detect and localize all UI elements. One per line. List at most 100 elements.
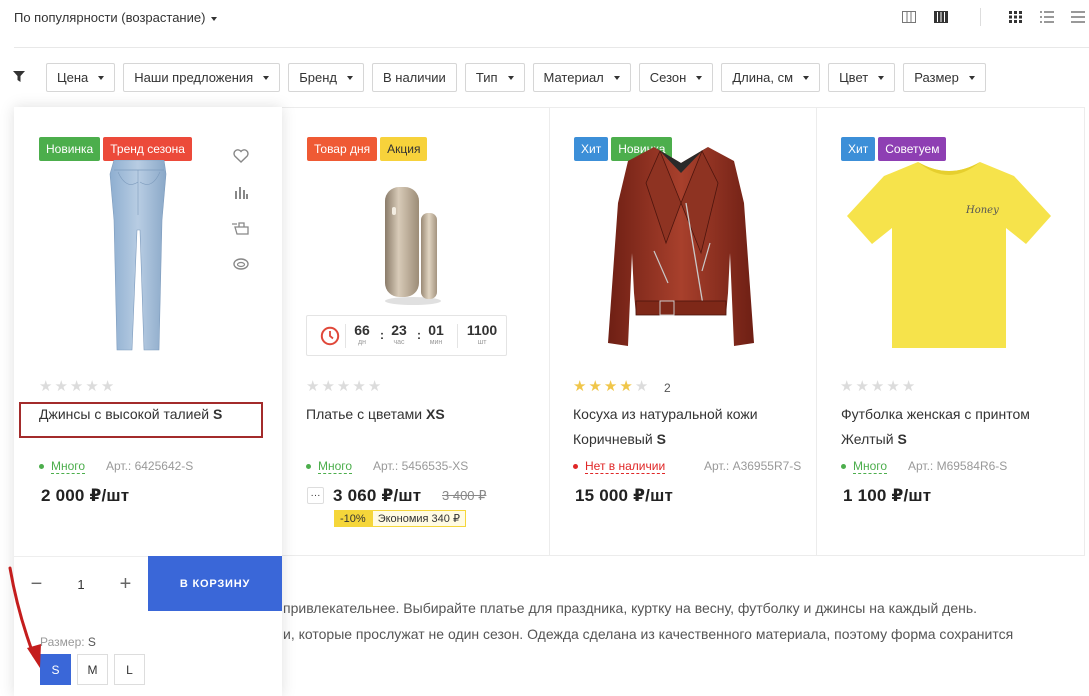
star-icon: ★ (588, 378, 602, 395)
countdown-timer: 66 дн : 23 час : 01 мин 1100 шт (306, 315, 507, 356)
svg-text:Honey: Honey (965, 205, 999, 216)
grid-3col-icon[interactable] (902, 11, 916, 23)
quick-buy-icon[interactable] (232, 219, 250, 237)
star-icon: ★ (100, 378, 115, 395)
star-icon: ★ (69, 378, 84, 395)
add-to-cart-button[interactable]: В КОРЗИНУ (148, 556, 282, 611)
product-name[interactable]: Платье с цветами XS (306, 402, 526, 427)
star-icon: ★ (886, 378, 900, 395)
star-icon: ★ (306, 378, 320, 395)
chevron-down-icon (613, 75, 620, 80)
divider (980, 8, 981, 26)
timer-sep: : (417, 328, 421, 342)
badge-group: Новинка Тренд сезона (39, 137, 192, 161)
star-icon: ★ (619, 378, 633, 395)
rating-stars: ★ ★ ★ ★ ★ (306, 377, 381, 395)
chevron-down-icon (263, 75, 270, 80)
filter-button[interactable]: Сезон (638, 63, 714, 92)
pointer-arrow-icon (8, 566, 41, 668)
list-view-icon[interactable] (1040, 11, 1054, 23)
star-icon: ★ (336, 378, 351, 395)
star-icon: ★ (39, 378, 53, 395)
divider (1084, 107, 1085, 556)
quick-view-icon[interactable] (232, 255, 250, 273)
star-icon: ★ (870, 378, 885, 395)
divider (14, 47, 1089, 48)
article-number: Арт.: A36955R7-S (704, 459, 802, 473)
divider (549, 107, 550, 556)
compare-icon[interactable] (232, 183, 250, 201)
filter-button[interactable]: Цвет (828, 63, 896, 92)
rating-stars: ★ ★ ★ ★ ★ (840, 377, 915, 395)
price-details-button[interactable]: ··· (307, 487, 324, 504)
timer-days: 66 дн (354, 322, 370, 346)
badge-trend: Тренд сезона (103, 137, 192, 161)
product-image-device[interactable] (383, 185, 443, 305)
price: 3 060 ₽/шт (333, 486, 422, 505)
timer-sep: : (380, 328, 384, 342)
badge-new: Новинка (39, 137, 101, 161)
star-icon: ★ (634, 378, 649, 395)
article-number: Арт.: M69584R6-S (908, 459, 1008, 473)
filter-button[interactable]: Цена (46, 63, 116, 92)
divider (282, 107, 1085, 108)
stock-status: Много (39, 459, 86, 474)
timer-qty: 1100 шт (466, 322, 498, 346)
tiles-view-icon[interactable] (1009, 11, 1022, 23)
size-option[interactable]: M (77, 654, 108, 685)
size-options: SML (40, 654, 145, 685)
product-name[interactable]: Косуха из натуральной кожи Коричневый S (573, 402, 803, 452)
highlight-box (19, 402, 263, 438)
divider (816, 107, 817, 556)
product-name[interactable]: Футболка женская с принтом Желтый S (841, 402, 1071, 452)
filter-button[interactable]: Материал (532, 63, 631, 92)
product-image-jacket[interactable] (606, 143, 756, 355)
rating-stars: ★ ★ ★ ★ ★ (573, 377, 648, 395)
sort-dropdown[interactable]: По популярности (возрастание) (14, 10, 218, 25)
star-icon: ★ (855, 378, 869, 395)
size-option[interactable]: L (114, 654, 145, 685)
price: 2 000 ₽/шт (41, 486, 130, 505)
star-icon: ★ (901, 378, 916, 395)
badge-promo: Акция (380, 137, 428, 161)
table-view-icon[interactable] (1071, 11, 1085, 23)
filter-button[interactable]: В наличии (371, 63, 457, 92)
filter-button[interactable]: Длина, см (721, 63, 821, 92)
star-icon: ★ (85, 378, 99, 395)
price: 15 000 ₽/шт (575, 486, 673, 505)
timer-mins: 01 мин (428, 322, 444, 346)
qty-value[interactable]: 1 (59, 577, 103, 592)
chevron-down-icon (507, 75, 514, 80)
discount-info: -10% Экономия 340 ₽ (334, 510, 466, 527)
discount-saving: Экономия 340 ₽ (371, 510, 466, 527)
card-actions (232, 147, 250, 273)
grid-4col-icon[interactable] (934, 11, 948, 23)
stock-status: Много (306, 459, 353, 474)
badge-group: Товар дня Акция (307, 137, 428, 161)
star-icon: ★ (367, 378, 382, 395)
chevron-down-icon (696, 75, 703, 80)
filter-button[interactable]: Размер (903, 63, 986, 92)
star-icon: ★ (840, 378, 854, 395)
filter-button[interactable]: Бренд (288, 63, 364, 92)
filter-button[interactable]: Наши предложения (123, 63, 281, 92)
discount-percent: -10% (334, 510, 372, 527)
chevron-down-icon (968, 75, 975, 80)
sort-bar: По популярности (возрастание) (0, 0, 1089, 36)
article-number: Арт.: 5456535-XS (373, 459, 469, 473)
chevron-down-icon (211, 16, 218, 21)
product-image-tshirt[interactable]: Honey (846, 158, 1052, 350)
timer-hours: 23 час (391, 322, 407, 346)
chevron-down-icon (98, 75, 105, 80)
qty-plus-button[interactable]: + (103, 573, 148, 596)
filter-icon[interactable] (13, 71, 25, 82)
star-icon: ★ (352, 378, 366, 395)
product-image-jeans[interactable] (104, 160, 174, 355)
old-price: 3 400 ₽ (442, 488, 487, 503)
heart-icon[interactable] (232, 147, 250, 165)
filter-bar: Цена Наши предложения Бренд В наличии Тип Мат… (46, 63, 986, 92)
chevron-down-icon (803, 75, 810, 80)
star-icon: ★ (573, 378, 587, 395)
chevron-down-icon (878, 75, 885, 80)
filter-button[interactable]: Тип (464, 63, 525, 92)
